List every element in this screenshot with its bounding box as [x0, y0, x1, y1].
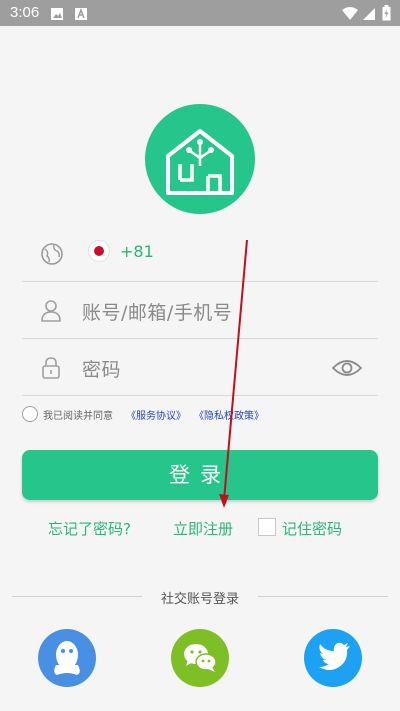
signal-icon [362, 6, 376, 25]
divider-right [258, 596, 388, 597]
battery-icon [382, 5, 391, 25]
twitter-icon [319, 642, 350, 670]
eye-icon[interactable] [331, 358, 363, 382]
privacy-policy-link[interactable]: 《隐私权政策》 [194, 407, 264, 422]
agreement-row: 我已阅读并同意 《服务协议》 《隐私权政策》 [22, 404, 378, 424]
status-bar: 3:06 [0, 0, 400, 26]
wechat-icon [184, 644, 217, 672]
qq-login-button[interactable] [38, 629, 96, 687]
status-time: 3:06 [10, 4, 40, 21]
password-row: 密码 [22, 340, 378, 396]
japan-flag-icon [88, 240, 110, 262]
twitter-login-button[interactable] [304, 629, 362, 687]
wechat-login-button[interactable] [171, 629, 229, 687]
register-link[interactable]: 立即注册 [173, 518, 233, 538]
lock-icon [40, 356, 62, 384]
forgot-password-link[interactable]: 忘记了密码? [48, 518, 131, 538]
agreement-text: 我已阅读并同意 [43, 411, 113, 422]
font-notification-icon [74, 6, 88, 25]
smart-home-icon [166, 129, 234, 195]
password-input[interactable]: 密码 [82, 355, 121, 382]
agreement-radio[interactable] [22, 406, 38, 422]
remember-password-checkbox[interactable] [258, 518, 276, 536]
app-logo [145, 104, 255, 214]
country-selector-row[interactable]: +81 [22, 226, 378, 282]
image-notification-icon [50, 6, 64, 25]
account-row: 账号/邮箱/手机号 [22, 283, 378, 339]
wifi-icon [342, 6, 358, 25]
social-login-title: 社交账号登录 [160, 592, 239, 607]
country-code: +81 [120, 242, 154, 261]
account-input[interactable]: 账号/邮箱/手机号 [82, 298, 232, 325]
user-icon [40, 299, 62, 327]
remember-password-label[interactable]: 记住密码 [282, 518, 342, 538]
login-button[interactable]: 登录 [22, 450, 378, 500]
qq-icon [54, 641, 80, 675]
globe-icon [40, 242, 64, 270]
service-agreement-link[interactable]: 《服务协议》 [126, 407, 186, 422]
